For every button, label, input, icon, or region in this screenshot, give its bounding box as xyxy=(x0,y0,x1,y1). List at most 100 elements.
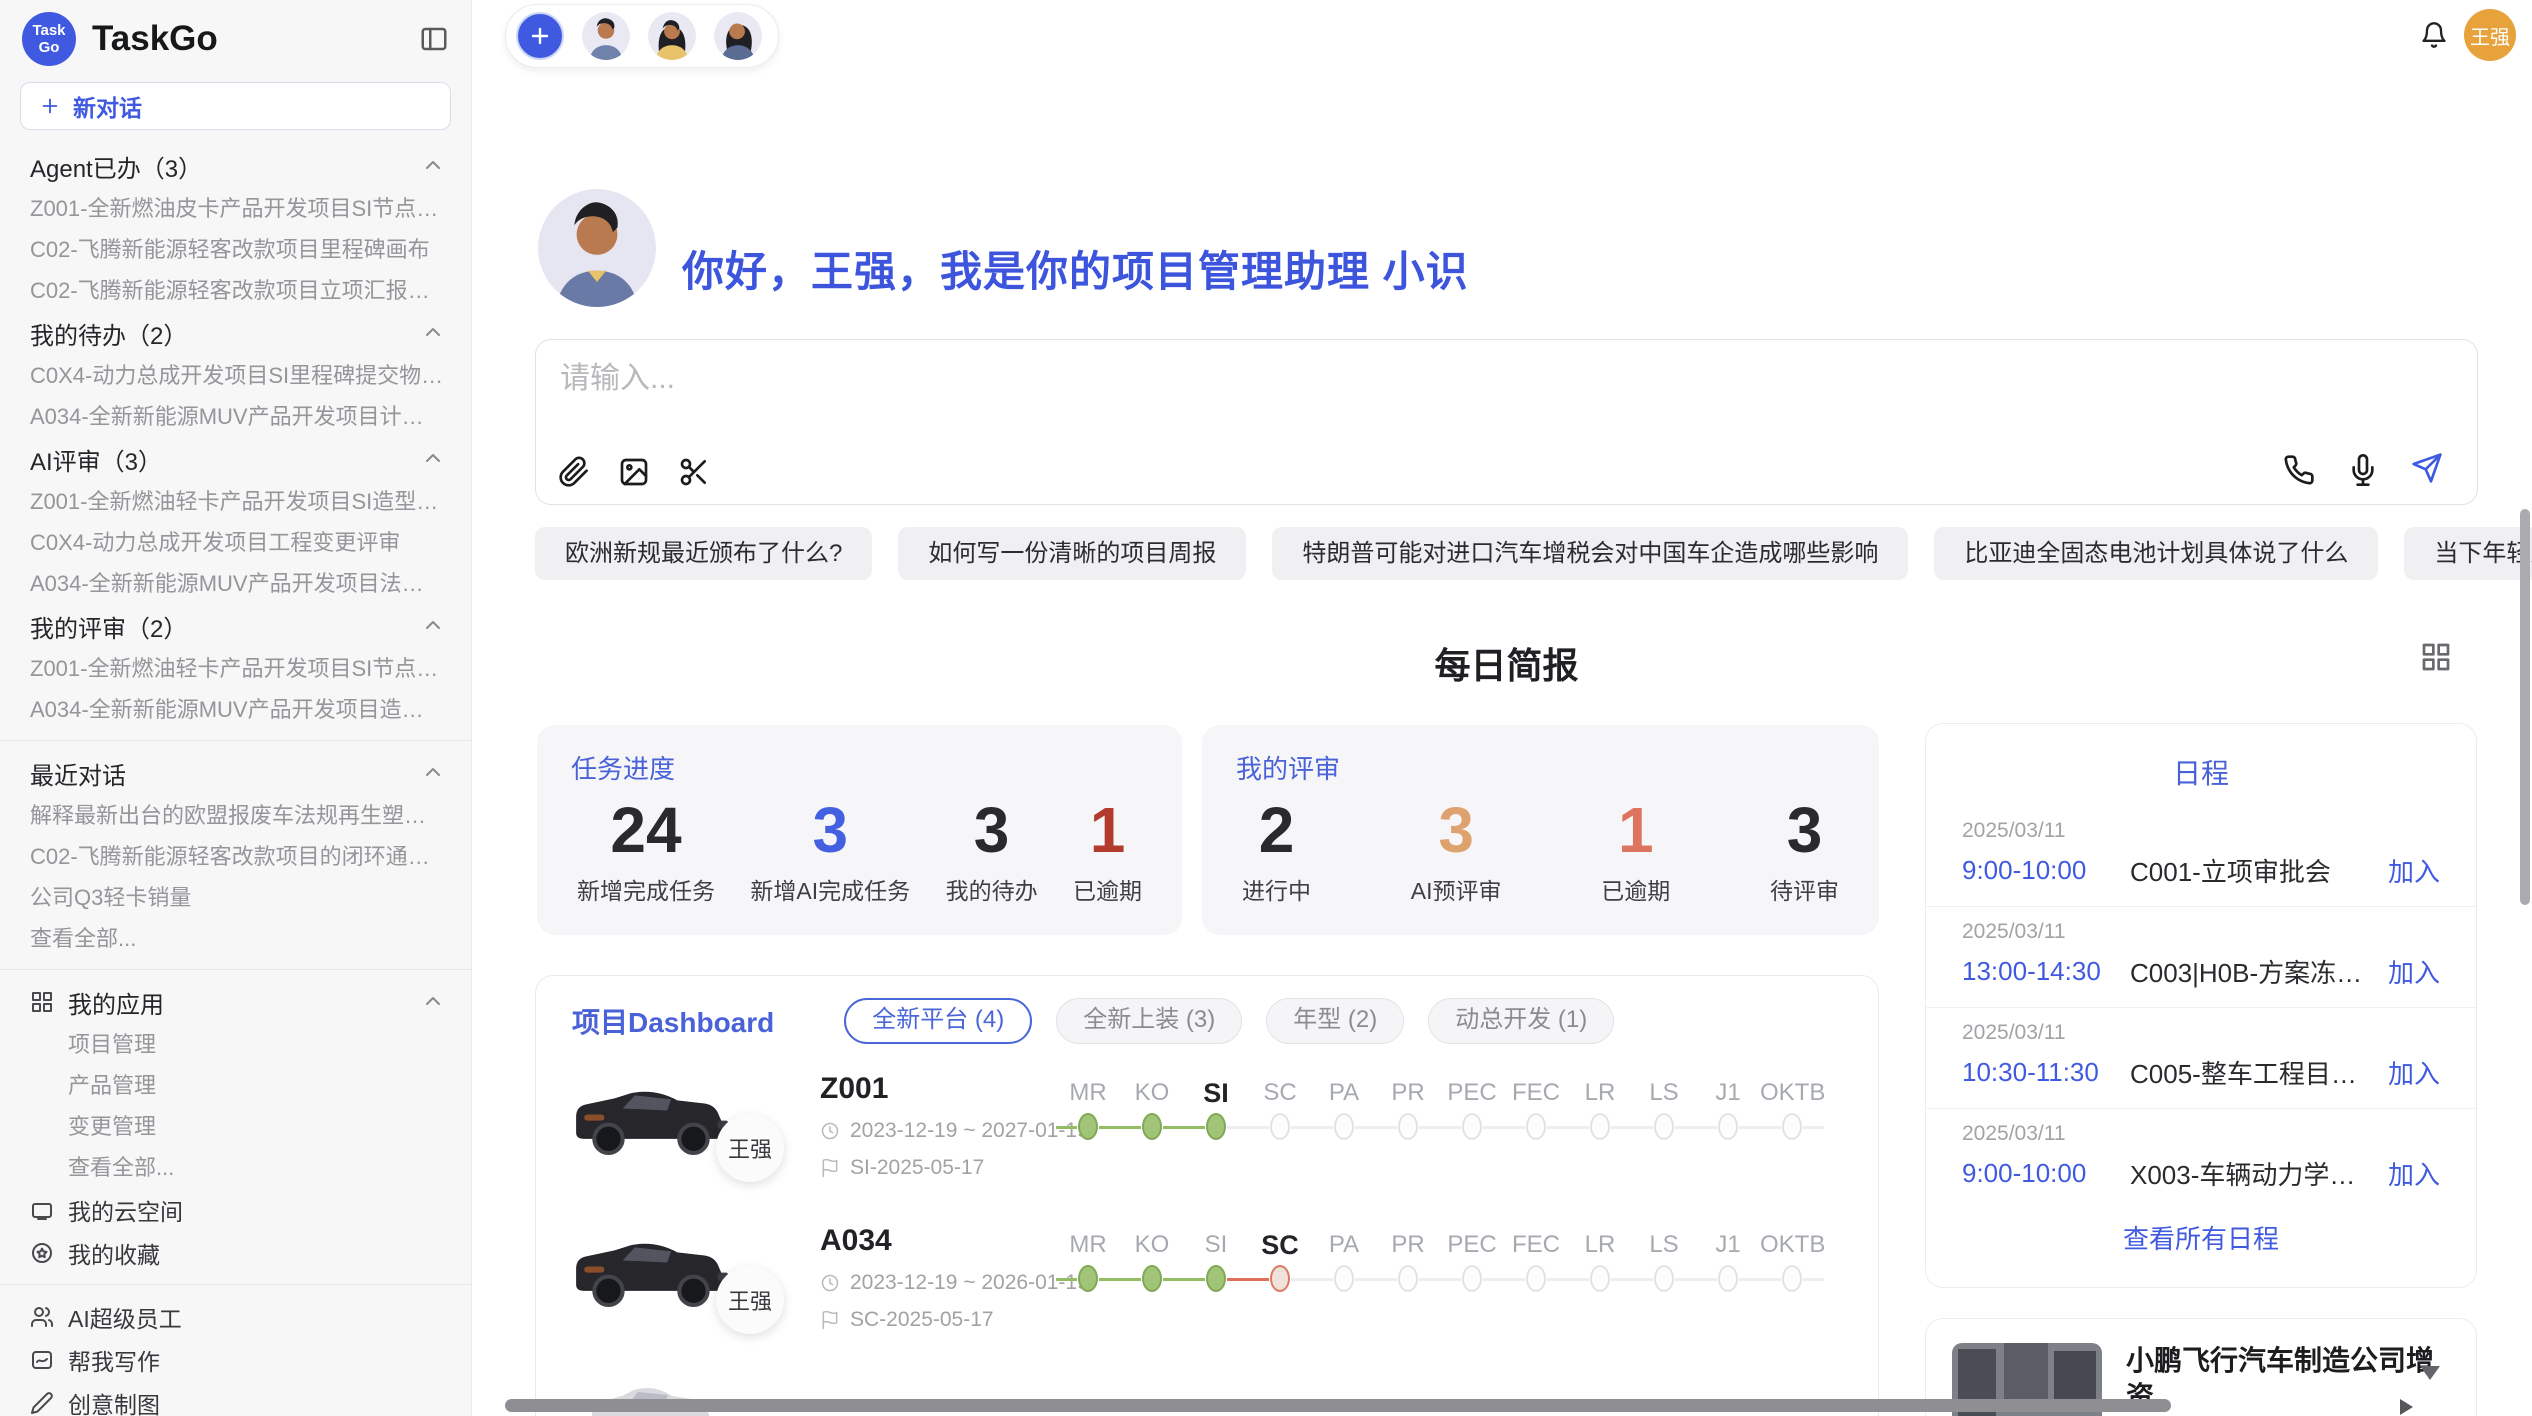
input-attachment-tools xyxy=(558,456,710,488)
tab-year-model[interactable]: 年型 (2) xyxy=(1266,998,1404,1044)
scissors-icon[interactable] xyxy=(678,456,710,488)
card-title: 我的评审 xyxy=(1236,749,1845,786)
sidebar-item[interactable]: A034-全新新能源MUV产品开发项目计划变更表编写 xyxy=(0,396,471,437)
section-header-my-review[interactable]: 我的评审（2） xyxy=(0,604,471,648)
scroll-down-arrow-icon[interactable] xyxy=(2420,1366,2440,1380)
sidebar-item-creative-draw[interactable]: 创意制图 xyxy=(0,1381,471,1416)
add-agent-button[interactable] xyxy=(516,12,564,60)
sidebar-toggle-icon[interactable] xyxy=(419,24,449,54)
section-header-agent-done[interactable]: Agent已办（3） xyxy=(0,144,471,188)
section-header-my-todo[interactable]: 我的待办（2） xyxy=(0,311,471,355)
recent-chat-item[interactable]: C02-飞腾新能源轻客改款项目的闭环通告反馈情况 xyxy=(0,836,471,877)
paperclip-icon[interactable] xyxy=(558,456,590,488)
app-title: TaskGo xyxy=(92,19,419,59)
view-all-apps[interactable]: 查看全部... xyxy=(0,1147,471,1188)
suggestion-chip[interactable]: 欧洲新规最近颁布了什么? xyxy=(535,527,872,580)
new-chat-button[interactable]: 新对话 xyxy=(20,82,451,130)
stat-label: 新增完成任务 xyxy=(577,872,715,906)
chevron-up-icon[interactable] xyxy=(421,761,445,785)
sidebar-item[interactable]: C02-飞腾新能源轻客改款项目立项汇报方案 xyxy=(0,270,471,311)
avatar[interactable] xyxy=(582,12,630,60)
join-link[interactable]: 加入 xyxy=(2388,953,2440,990)
horizontal-scrollbar[interactable] xyxy=(505,1399,2171,1412)
stat-value: 3 xyxy=(946,790,1038,870)
chat-input[interactable] xyxy=(560,356,2160,402)
join-link[interactable]: 加入 xyxy=(2388,1054,2440,1091)
stat-value: 3 xyxy=(1411,790,1502,870)
sidebar-item-cloud-space[interactable]: 我的云空间 xyxy=(0,1188,471,1231)
send-icon[interactable] xyxy=(2411,452,2447,488)
schedule-event: 2025/03/11 13:00-14:30 C003|H0B-方案冻结评审 加… xyxy=(1926,907,2476,1008)
user-avatar[interactable]: 王强 xyxy=(2464,9,2516,61)
project-vehicle-image xyxy=(566,1068,738,1170)
chevron-up-icon[interactable] xyxy=(421,614,445,638)
flag-icon xyxy=(820,1310,840,1330)
app-item-project-mgmt[interactable]: 项目管理 xyxy=(0,1024,471,1065)
write-icon xyxy=(30,1348,54,1372)
tab-new-body[interactable]: 全新上装 (3) xyxy=(1056,998,1242,1044)
image-icon[interactable] xyxy=(618,456,650,488)
milestone-j1: J1 xyxy=(1696,1076,1760,1146)
sidebar-item[interactable]: A034-全新新能源MUV产品开发项目造型可行性评审 xyxy=(0,689,471,730)
notification-bell-icon[interactable] xyxy=(2420,21,2448,49)
stat-overdue: 1 已逾期 xyxy=(1073,790,1142,906)
sidebar-item-help-write[interactable]: 帮我写作 xyxy=(0,1338,471,1381)
avatar[interactable] xyxy=(714,12,762,60)
suggestion-chip[interactable]: 当下年轻人对汽车外观有怎样的喜好趋势 xyxy=(2404,527,2532,580)
sidebar-item[interactable]: C02-飞腾新能源轻客改款项目里程碑画布 xyxy=(0,229,471,270)
microphone-icon[interactable] xyxy=(2347,454,2379,486)
suggestion-chip[interactable]: 如何写一份清晰的项目周报 xyxy=(898,527,1246,580)
join-link[interactable]: 加入 xyxy=(2388,852,2440,889)
section-title: AI评审（3） xyxy=(30,442,162,477)
app-item-product-mgmt[interactable]: 产品管理 xyxy=(0,1065,471,1106)
milestone-lr: LR xyxy=(1568,1228,1632,1298)
project-row-a034[interactable]: 王强 A034 2023-12-19 ~ 2026-01-19 SC-2025-… xyxy=(536,1212,1878,1364)
sidebar-item[interactable]: Z001-全新燃油轻卡产品开发项目SI造型提交物评审 xyxy=(0,481,471,522)
layout-grid-icon[interactable] xyxy=(2420,641,2452,673)
sidebar-item-ai-employee[interactable]: AI超级员工 xyxy=(0,1295,471,1338)
milestone-dot xyxy=(1590,1265,1610,1292)
stat-my-todo: 3 我的待办 xyxy=(946,790,1038,906)
milestone-dot xyxy=(1782,1265,1802,1292)
milestone-dot xyxy=(1526,1265,1546,1292)
milestone-dot xyxy=(1398,1265,1418,1292)
project-row-z001[interactable]: 王强 Z001 2023-12-19 ~ 2027-01-19 SI-2025-… xyxy=(536,1060,1878,1212)
schedule-events: 2025/03/11 9:00-10:00 C001-立项审批会 加入 2025… xyxy=(1926,806,2476,1209)
sidebar-item-favorites[interactable]: 我的收藏 xyxy=(0,1231,471,1274)
sidebar-item[interactable]: C0X4-动力总成开发项目工程变更评审 xyxy=(0,522,471,563)
chevron-up-icon[interactable] xyxy=(421,154,445,178)
section-header-recent[interactable]: 最近对话 xyxy=(0,751,471,795)
view-all-schedule-link[interactable]: 查看所有日程 xyxy=(1926,1219,2476,1256)
join-link[interactable]: 加入 xyxy=(2388,1155,2440,1192)
avatar[interactable] xyxy=(648,12,696,60)
view-all-chats[interactable]: 查看全部... xyxy=(0,918,471,959)
section-title: 最近对话 xyxy=(30,756,126,791)
sidebar-item[interactable]: A034-全新新能源MUV产品开发项目法规符合性评审 xyxy=(0,563,471,604)
recent-chat-item[interactable]: 解释最新出台的欧盟报废车法规再生塑料比例被调至15%... xyxy=(0,795,471,836)
milestone-dot xyxy=(1782,1113,1802,1140)
scroll-right-arrow-icon[interactable] xyxy=(2400,1399,2413,1415)
section-header-ai-review[interactable]: AI评审（3） xyxy=(0,437,471,481)
help-write-label: 帮我写作 xyxy=(68,1343,160,1377)
suggestion-chip[interactable]: 特朗普可能对进口汽车增税会对中国车企造成哪些影响 xyxy=(1272,527,1908,580)
sidebar-item[interactable]: C0X4-动力总成开发项目SI里程碑提交物检查 xyxy=(0,355,471,396)
chat-input-box xyxy=(535,339,2478,505)
phone-icon[interactable] xyxy=(2283,454,2315,486)
recent-chat-item[interactable]: 公司Q3轻卡销量 xyxy=(0,877,471,918)
new-chat-label: 新对话 xyxy=(73,89,142,123)
milestone-ls: LS xyxy=(1632,1228,1696,1298)
tab-powertrain[interactable]: 动总开发 (1) xyxy=(1428,998,1614,1044)
app-item-change-mgmt[interactable]: 变更管理 xyxy=(0,1106,471,1147)
chevron-up-icon[interactable] xyxy=(421,990,445,1014)
section-header-my-apps[interactable]: 我的应用 xyxy=(0,980,471,1024)
sidebar-item[interactable]: Z001-全新燃油轻卡产品开发项目SI节点属性5D文件评审 xyxy=(0,648,471,689)
sidebar-header: Task Go TaskGo xyxy=(0,0,471,74)
vertical-scrollbar[interactable] xyxy=(2520,509,2530,905)
sidebar-item[interactable]: Z001-全新燃油皮卡产品开发项目SI节点Lesson Learn报告 xyxy=(0,188,471,229)
milestone-dot xyxy=(1398,1113,1418,1140)
chevron-up-icon[interactable] xyxy=(421,447,445,471)
chevron-up-icon[interactable] xyxy=(421,321,445,345)
stat-new-done: 24 新增完成任务 xyxy=(577,790,715,906)
suggestion-chip[interactable]: 比亚迪全固态电池计划具体说了什么 xyxy=(1934,527,2378,580)
tab-new-platform[interactable]: 全新平台 (4) xyxy=(844,998,1032,1044)
